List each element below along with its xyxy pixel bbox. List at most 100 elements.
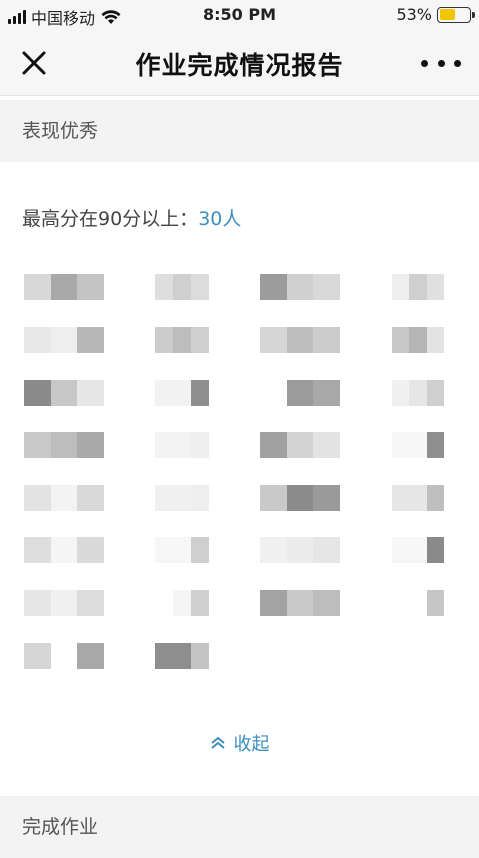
blur-block [155, 485, 173, 511]
battery-percent: 53% [396, 5, 432, 24]
student-name-blurred[interactable] [155, 590, 209, 616]
blur-block [50, 643, 78, 669]
student-name-blurred[interactable] [260, 485, 341, 511]
blur-block [155, 537, 173, 563]
blur-block [286, 537, 314, 563]
blur-block [426, 274, 444, 300]
collapse-button[interactable]: 收起 [0, 730, 479, 756]
close-button[interactable] [18, 47, 50, 79]
blur-block [392, 485, 410, 511]
blur-block [426, 380, 444, 406]
blur-block [155, 380, 173, 406]
student-name-blurred[interactable] [392, 327, 444, 353]
student-name-blurred[interactable] [392, 537, 444, 563]
student-name-blurred[interactable] [24, 485, 105, 511]
blur-block [155, 590, 173, 616]
blur-block [173, 537, 191, 563]
student-name-blurred[interactable] [24, 274, 105, 300]
page-title: 作业完成情况报告 [135, 51, 344, 80]
top-score-count: 30人 [198, 208, 242, 230]
blur-block [392, 590, 410, 616]
blur-block [50, 485, 78, 511]
blur-block [77, 537, 105, 563]
more-button[interactable] [421, 48, 461, 78]
blur-block [409, 327, 427, 353]
student-name-blurred[interactable] [155, 380, 209, 406]
blur-block [155, 274, 173, 300]
blur-block [313, 432, 341, 458]
blur-block [313, 380, 341, 406]
more-dot [454, 59, 461, 67]
student-name-blurred[interactable] [260, 327, 341, 353]
blur-block [426, 327, 444, 353]
status-bar: 中国移动 8:50 PM 53% [0, 0, 479, 30]
blur-block [286, 327, 314, 353]
top-score-label: 最高分在90分以上： [22, 208, 199, 230]
blur-block [77, 327, 105, 353]
more-dot [437, 59, 445, 67]
chevron-up-icon [210, 736, 225, 749]
blur-block [173, 274, 191, 300]
blur-block [409, 274, 427, 300]
student-name-blurred[interactable] [24, 327, 105, 353]
student-name-blurred[interactable] [260, 432, 341, 458]
blur-block [409, 485, 427, 511]
student-name-blurred[interactable] [392, 590, 444, 616]
blur-block [426, 485, 444, 511]
blur-block [50, 537, 78, 563]
blur-block [173, 432, 191, 458]
blur-block [77, 643, 105, 669]
blur-block [260, 432, 287, 458]
student-name-blurred[interactable] [155, 327, 209, 353]
student-name-blurred[interactable] [155, 274, 209, 300]
student-name-blurred[interactable] [392, 485, 444, 511]
blur-block [260, 590, 287, 616]
blur-block [77, 590, 105, 616]
blur-block [260, 537, 287, 563]
blur-block [409, 537, 427, 563]
student-name-blurred[interactable] [24, 590, 105, 616]
student-name-blurred[interactable] [260, 380, 341, 406]
blur-block [260, 380, 287, 406]
student-name-blurred[interactable] [260, 274, 341, 300]
blur-block [50, 590, 78, 616]
student-name-blurred[interactable] [24, 643, 105, 669]
blur-block [392, 380, 410, 406]
blur-block [77, 380, 105, 406]
student-name-blurred[interactable] [392, 274, 444, 300]
student-name-blurred[interactable] [24, 432, 105, 458]
blur-block [392, 537, 410, 563]
blur-block [191, 643, 209, 669]
section-header-excellent: 表现优秀 [0, 100, 479, 162]
blur-block [24, 327, 51, 353]
blur-block [392, 327, 410, 353]
nav-bar: 作业完成情况报告 [0, 30, 479, 96]
blur-block [313, 590, 341, 616]
blur-block [50, 327, 78, 353]
blur-block [24, 380, 51, 406]
blur-block [191, 380, 209, 406]
battery-fill [439, 9, 455, 20]
blur-block [50, 432, 78, 458]
blur-block [191, 537, 209, 563]
blur-block [24, 537, 51, 563]
student-name-blurred[interactable] [392, 380, 444, 406]
student-name-blurred[interactable] [260, 537, 341, 563]
student-name-blurred[interactable] [155, 643, 209, 669]
student-name-blurred[interactable] [155, 485, 209, 511]
blur-block [77, 432, 105, 458]
blur-block [24, 274, 51, 300]
student-name-blurred[interactable] [155, 537, 209, 563]
blur-block [24, 590, 51, 616]
collapse-label: 收起 [233, 734, 270, 755]
blur-block [313, 274, 341, 300]
student-name-blurred[interactable] [155, 432, 209, 458]
student-name-blurred[interactable] [24, 537, 105, 563]
student-name-blurred[interactable] [260, 590, 341, 616]
blur-block [77, 485, 105, 511]
blur-block [426, 432, 444, 458]
blur-block [173, 485, 191, 511]
student-name-blurred[interactable] [24, 380, 105, 406]
student-name-blurred[interactable] [392, 432, 444, 458]
blur-block [77, 274, 105, 300]
